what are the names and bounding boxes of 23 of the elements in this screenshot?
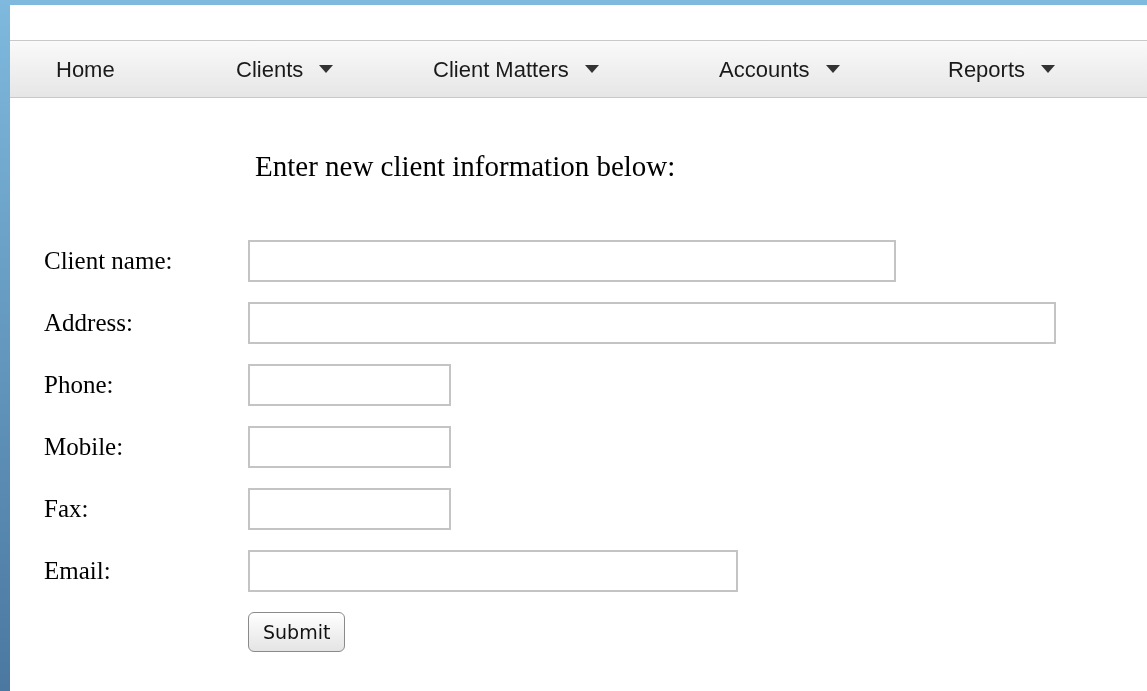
input-field[interactable] (248, 426, 451, 468)
form-heading: Enter new client information below: (255, 149, 677, 184)
nav-menu-item[interactable]: Client Matters (431, 52, 601, 86)
submit-button[interactable]: Submit (248, 612, 346, 652)
nav-menu-item[interactable]: Accounts (717, 52, 842, 86)
field-label: Address: (44, 308, 134, 339)
caret-icon (1041, 65, 1056, 73)
nav-menu-item[interactable]: Reports (946, 52, 1058, 86)
caret-icon (825, 65, 840, 73)
field-label: Client name: (44, 246, 174, 277)
field-label: Mobile: (44, 432, 125, 463)
input-field[interactable] (248, 550, 738, 592)
input-field[interactable] (248, 240, 896, 282)
caret-icon (584, 65, 599, 73)
input-field[interactable] (248, 488, 451, 530)
field-label: Fax: (44, 494, 90, 525)
field-label: Email: (44, 556, 112, 587)
nav-menu-item[interactable]: Home (54, 52, 117, 86)
field-label: Phone: (44, 370, 115, 401)
input-field[interactable] (248, 364, 451, 406)
input-field[interactable] (248, 302, 1056, 344)
caret-icon (319, 65, 334, 73)
nav-menu-item[interactable]: Clients (234, 52, 336, 86)
